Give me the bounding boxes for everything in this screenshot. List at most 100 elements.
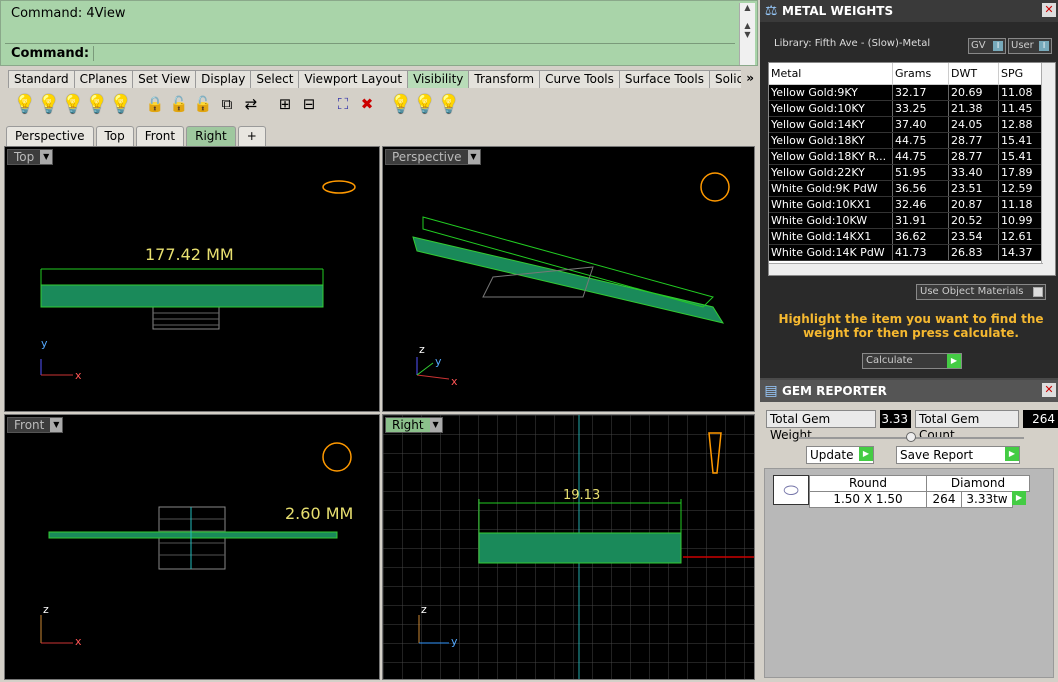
save-label: Save Report [900, 448, 974, 462]
tab-standard[interactable]: Standard [8, 70, 75, 88]
hide-objects-icon[interactable]: 💡 [38, 92, 60, 116]
viewport-title-front[interactable]: Front ▼ [7, 417, 64, 433]
dropdown-arrow-icon[interactable]: ▼ [467, 150, 480, 164]
lock-swap-2-icon[interactable]: ⇄ [240, 92, 262, 116]
metal-table[interactable]: Metal Grams DWT SPG Yellow Gold:9KY 32.17… [768, 62, 1056, 276]
swap-hidden-icon[interactable]: 💡 [86, 92, 108, 116]
total-count-label: Total Gem Count [915, 410, 1020, 442]
show-edges-icon[interactable]: ⛶ [332, 92, 354, 116]
command-input[interactable] [94, 44, 735, 63]
checkbox-label: Use Object Materials [920, 286, 1024, 297]
lock-swap-icon[interactable]: ⧉ [216, 92, 238, 116]
size-slider-handle[interactable] [906, 432, 916, 442]
save-report-button[interactable]: Save Report ▶ [896, 446, 1020, 464]
close-icon[interactable]: ✕ [1042, 383, 1056, 397]
table-row[interactable]: White Gold:10KW 31.91 20.52 10.99 [769, 213, 1055, 229]
gem-detail-button[interactable]: ▶ [1012, 491, 1028, 508]
cell-spg: 11.18 [999, 197, 1043, 212]
column-header[interactable]: Metal [769, 63, 893, 84]
tab-visibility[interactable]: Visibility [407, 70, 470, 88]
axis-y-label: y [451, 635, 458, 648]
command-line[interactable]: Command: [5, 43, 735, 63]
vtab-top[interactable]: Top [95, 126, 134, 146]
toggle-icon[interactable]: I [1039, 41, 1049, 51]
cell-dwt: 26.83 [949, 245, 999, 260]
tab-curve-tools[interactable]: Curve Tools [539, 70, 620, 88]
show-selected-icon[interactable]: 💡 [62, 92, 84, 116]
toggle-icon[interactable]: I [993, 41, 1003, 51]
tab-viewport-layout[interactable]: Viewport Layout [298, 70, 409, 88]
command-scrollbar[interactable]: ▲ ▲ ▼ [739, 3, 755, 65]
table-row[interactable]: Yellow Gold:10KY 33.25 21.38 11.45 [769, 101, 1055, 117]
column-header[interactable]: SPG [999, 63, 1043, 84]
vtab-add-button[interactable]: + [237, 126, 266, 146]
vtab-right[interactable]: Right [186, 126, 236, 146]
dropdown-arrow-icon[interactable]: ▼ [429, 418, 442, 432]
viewport-top[interactable]: 177.42 MM y x Top ▼ [4, 146, 380, 412]
tab-cplanes[interactable]: CPlanes [73, 70, 134, 88]
table-vertical-scrollbar[interactable] [1041, 63, 1055, 275]
column-header[interactable]: DWT [949, 63, 999, 84]
hide-edges-icon[interactable]: ✖ [356, 92, 378, 116]
lock-icon[interactable]: 🔒 [144, 92, 166, 116]
ring-top-icon [322, 180, 356, 194]
table-row[interactable]: White Gold:14KX1 36.62 23.54 12.61 [769, 229, 1055, 245]
tab-select[interactable]: Select [250, 70, 300, 88]
layer-swap-icon[interactable]: 💡 [438, 92, 460, 116]
table-row[interactable]: Yellow Gold:14KY 37.40 24.05 12.88 [769, 117, 1055, 133]
table-horizontal-scrollbar[interactable] [769, 263, 1043, 275]
update-button[interactable]: Update ▶ [806, 446, 874, 464]
points-on-icon[interactable]: ⊞ [274, 92, 296, 116]
tab-solid-tools[interactable]: Solid Too [708, 70, 743, 88]
user-toggle[interactable]: User I [1008, 38, 1052, 54]
tab-display[interactable]: Display [195, 70, 252, 88]
bracelet-front [48, 531, 338, 539]
vtab-perspective[interactable]: Perspective [6, 126, 94, 146]
close-icon[interactable]: ✕ [1042, 3, 1056, 17]
table-row[interactable]: Yellow Gold:9KY 32.17 20.69 11.08 [769, 85, 1055, 101]
command-prompt-label: Command: [5, 46, 95, 61]
tabs-more-button[interactable]: » [741, 70, 759, 88]
table-row[interactable]: Yellow Gold:22KY 51.95 33.40 17.89 [769, 165, 1055, 181]
checkbox-icon[interactable] [1033, 287, 1043, 297]
viewport-perspective[interactable]: z y x Perspective ▼ [382, 146, 755, 412]
layer-off-icon[interactable]: 💡 [414, 92, 436, 116]
calculate-button[interactable]: Calculate ▶ [862, 353, 962, 369]
vtab-front[interactable]: Front [135, 126, 185, 146]
gv-toggle[interactable]: GV I [968, 38, 1006, 54]
viewport-front[interactable]: 2.60 MM z x Front ▼ [4, 414, 380, 680]
tab-transform[interactable]: Transform [468, 70, 541, 88]
dropdown-arrow-icon[interactable]: ▼ [40, 150, 53, 164]
tab-set-view[interactable]: Set View [132, 70, 197, 88]
tab-surface-tools[interactable]: Surface Tools [618, 70, 710, 88]
cell-grams: 41.73 [893, 245, 949, 260]
use-object-materials-checkbox[interactable]: Use Object Materials [916, 284, 1046, 300]
viewport-title-top[interactable]: Top ▼ [7, 149, 54, 165]
cell-metal: Yellow Gold:9KY [769, 85, 893, 100]
instruction-text: Highlight the item you want to find the … [778, 312, 1044, 340]
column-header[interactable]: Grams [893, 63, 949, 84]
gem-entry[interactable]: Round Diamond 1.50 X 1.50 264 3.33tw ▶ [809, 475, 1033, 508]
cell-spg: 17.89 [999, 165, 1043, 180]
cell-dwt: 28.77 [949, 149, 999, 164]
table-row[interactable]: White Gold:14K PdW 41.73 26.83 14.37 [769, 245, 1055, 261]
table-row[interactable]: White Gold:9K PdW 36.56 23.51 12.59 [769, 181, 1055, 197]
viewport-title-perspective[interactable]: Perspective ▼ [385, 149, 481, 165]
command-area: Command: 4View Command: ▲ ▲ ▼ [0, 0, 758, 66]
table-row[interactable]: Yellow Gold:18KY R... 44.75 28.77 15.41 [769, 149, 1055, 165]
unlock-icon[interactable]: 🔓 [168, 92, 190, 116]
cell-spg: 12.59 [999, 181, 1043, 196]
user-label: User [1011, 40, 1034, 51]
play-icon: ▶ [947, 354, 961, 368]
dropdown-arrow-icon[interactable]: ▼ [50, 418, 63, 432]
table-row[interactable]: White Gold:10KX1 32.46 20.87 11.18 [769, 197, 1055, 213]
viewport-title-right[interactable]: Right ▼ [385, 417, 443, 433]
table-row[interactable]: Yellow Gold:18KY 44.75 28.77 15.41 [769, 133, 1055, 149]
points-off-icon[interactable]: ⊟ [298, 92, 320, 116]
layer-on-icon[interactable]: 💡 [390, 92, 412, 116]
toolbar-tab-strip: Standard CPlanes Set View Display Select… [0, 68, 759, 88]
hide-swap-icon[interactable]: 💡 [110, 92, 132, 116]
unlock-selected-icon[interactable]: 🔓 [192, 92, 214, 116]
viewport-right[interactable]: 19.13 z y Right ▼ [382, 414, 755, 680]
show-objects-icon[interactable]: 💡 [14, 92, 36, 116]
